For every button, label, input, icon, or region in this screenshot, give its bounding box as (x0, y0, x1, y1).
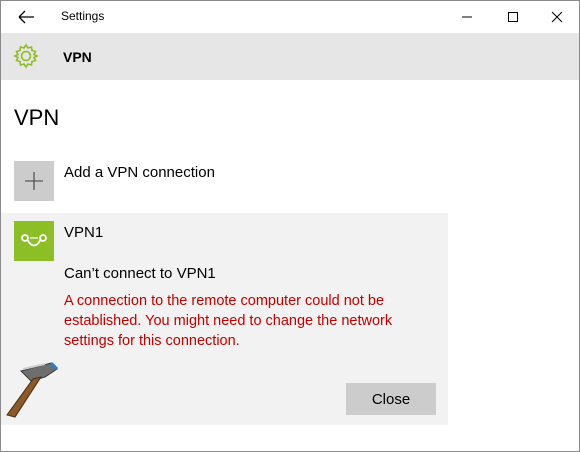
error-line: A connection to the remote computer coul… (64, 293, 385, 309)
header-title: VPN (63, 49, 92, 65)
maximize-icon (508, 12, 518, 22)
minimize-button[interactable] (443, 1, 489, 33)
vpn-status: Can’t connect to VPN1 (64, 265, 216, 282)
settings-window: Settings VPN VPN Add a VPN connection VP… (0, 0, 580, 452)
vpn-tile (14, 221, 54, 261)
vpn-link-icon (21, 234, 47, 247)
vpn-error-message: A connection to the remote computer coul… (64, 291, 434, 351)
page-title: VPN (14, 105, 60, 130)
page-header: VPN (1, 33, 579, 80)
vpn-name: VPN1 (64, 224, 104, 241)
plus-icon (25, 172, 43, 190)
add-vpn-connection-button[interactable]: Add a VPN connection (14, 161, 434, 201)
back-arrow-icon (18, 10, 34, 24)
error-line: settings for this connection. (64, 333, 240, 349)
add-vpn-connection-label: Add a VPN connection (64, 164, 215, 181)
close-icon (551, 11, 563, 23)
maximize-button[interactable] (489, 1, 535, 33)
add-tile (14, 161, 54, 201)
error-line: established. You might need to change th… (64, 313, 393, 329)
gear-icon (13, 43, 39, 69)
title-bar: Settings (1, 1, 579, 33)
hammer-logo-icon (6, 361, 59, 418)
close-window-button[interactable] (533, 1, 579, 33)
minimize-icon (462, 16, 472, 18)
back-button[interactable] (15, 7, 37, 27)
window-title: Settings (61, 9, 105, 23)
close-button[interactable]: Close (346, 383, 436, 415)
